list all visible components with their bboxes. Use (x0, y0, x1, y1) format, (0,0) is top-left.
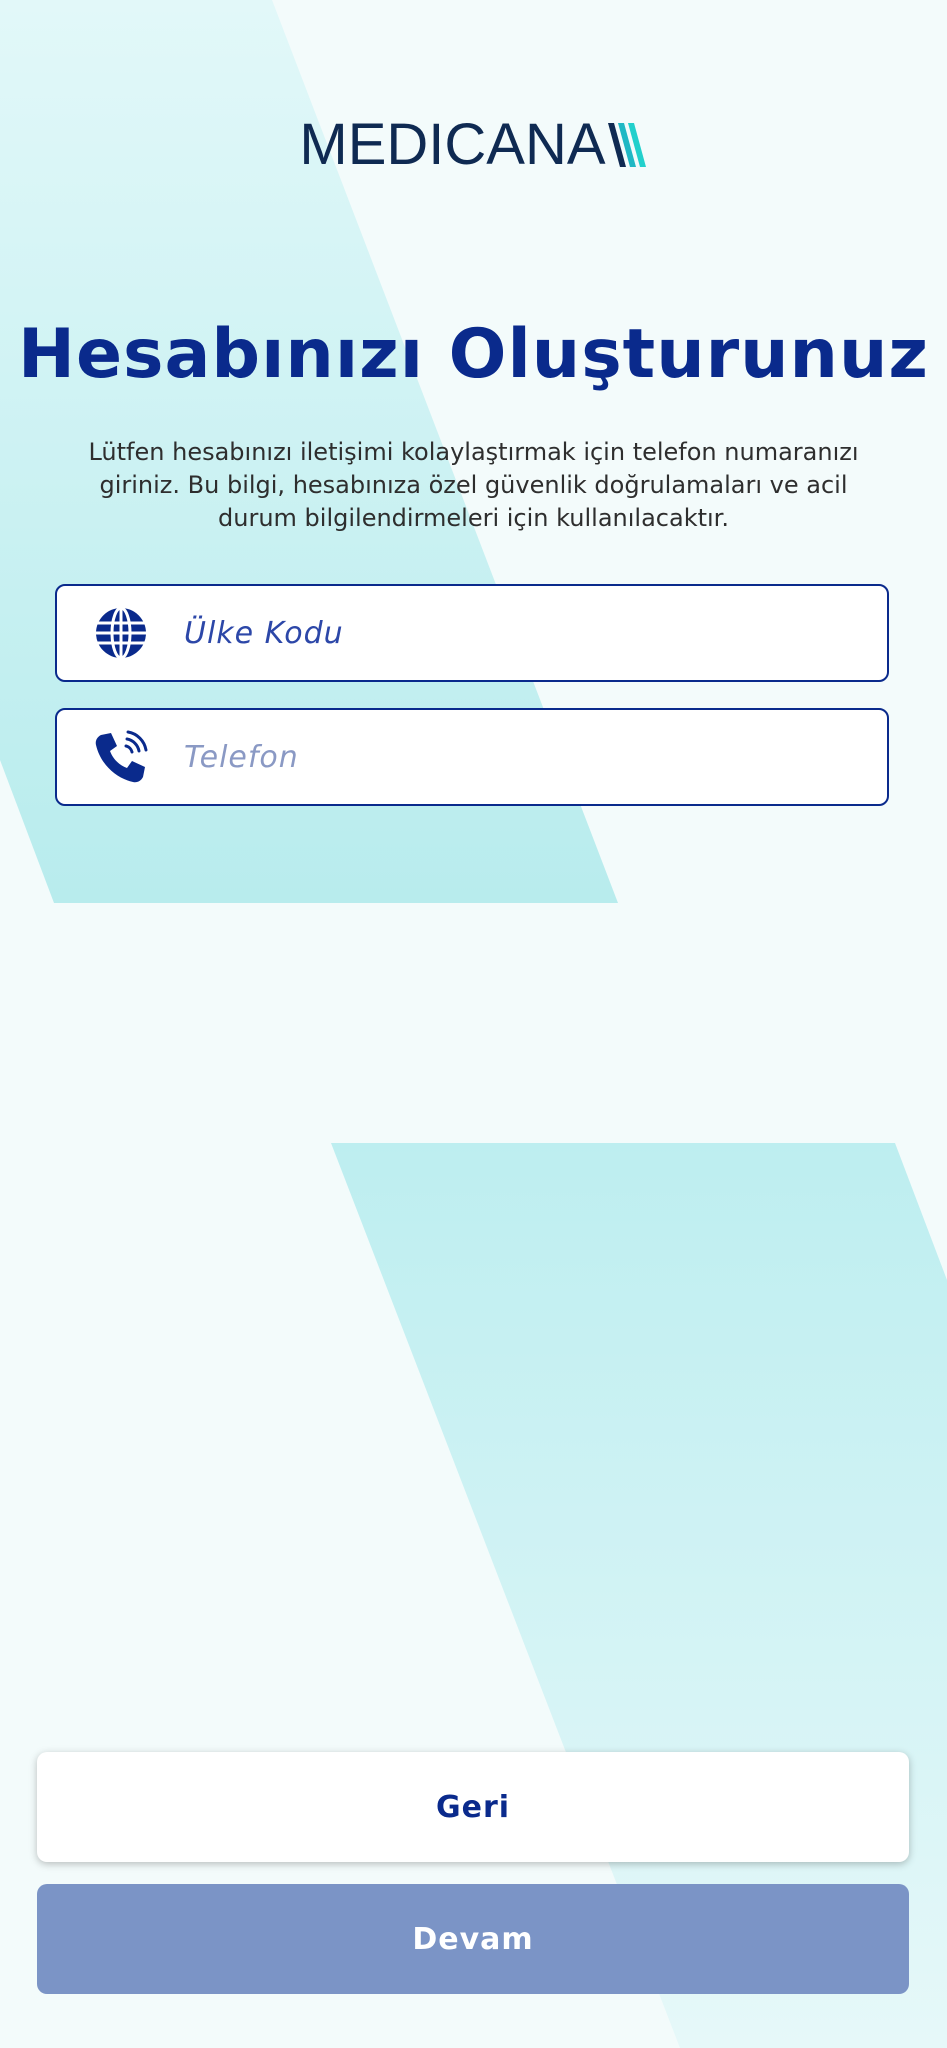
background-decoration (0, 0, 947, 2048)
country-code-field[interactable]: Ülke Kodu (55, 584, 889, 682)
continue-button[interactable]: Devam (37, 1884, 909, 1994)
country-code-value: Ülke Kodu (184, 615, 344, 651)
globe-icon (92, 604, 150, 662)
page-title: Hesabınızı Oluşturunuz (18, 315, 929, 394)
phone-call-icon (92, 728, 150, 786)
medicana-slash-mark-icon (607, 123, 646, 167)
brand-logo: MEDICANA (0, 115, 947, 175)
page-description: Lütfen hesabınızı iletişimi kolaylaştırm… (88, 438, 859, 532)
back-button[interactable]: Geri (37, 1752, 909, 1862)
phone-placeholder: Telefon (184, 739, 299, 775)
phone-field[interactable]: Telefon (55, 708, 889, 806)
logo-wordmark: MEDICANA (299, 112, 606, 177)
